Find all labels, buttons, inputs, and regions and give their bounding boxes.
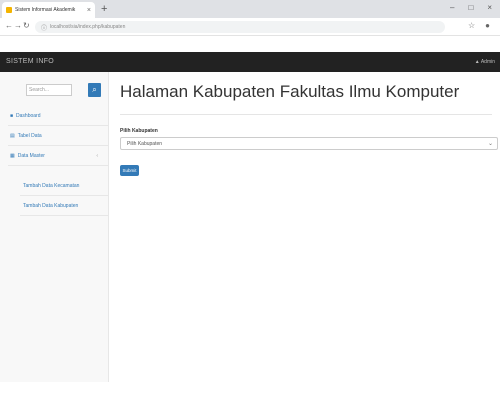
url-field[interactable]: ⓘ localhost/sia/index.php/kabupaten [35, 21, 445, 33]
minimize-icon[interactable]: – [450, 3, 454, 12]
info-icon[interactable]: ⓘ [41, 23, 47, 32]
forward-icon[interactable]: → [14, 21, 22, 30]
maximize-icon[interactable]: □ [468, 3, 473, 12]
sidebar-search-input[interactable]: Search... [26, 84, 72, 96]
app-window: Sistem Informasi Akademik × + – □ × ← → … [0, 0, 500, 401]
sidebar-subitem-label: Tambah Data Kabupaten [23, 202, 79, 209]
sidebar-subitem-kabupaten[interactable]: Tambah Data Kabupaten [20, 196, 108, 216]
sidebar-item-dashboard[interactable]: ■ Dashboard [8, 106, 108, 126]
account-icon[interactable]: ● [485, 21, 490, 30]
search-button[interactable]: ⌕ [88, 83, 101, 97]
back-icon[interactable]: ← [5, 21, 13, 30]
browser-tab[interactable]: Sistem Informasi Akademik × [2, 2, 95, 18]
submit-button[interactable]: Submit [120, 165, 139, 176]
sidebar-subitem-label: Tambah Data Kecamatan [23, 182, 80, 189]
browser-tab-strip: Sistem Informasi Akademik × + – □ × [0, 0, 500, 18]
tab-title: Sistem Informasi Akademik [15, 7, 76, 13]
url-text: localhost/sia/index.php/kabupaten [50, 24, 126, 30]
menu-icon: ▦ [10, 152, 15, 159]
new-tab-button[interactable]: + [101, 3, 107, 15]
sidebar-item-label: Data Master [17, 152, 45, 159]
sidebar-item-data-master[interactable]: ▦ Data Master ‹ [8, 146, 108, 166]
search-icon: ⌕ [92, 85, 97, 94]
sidebar-item-tabel-data[interactable]: ▤ Tabel Data [8, 126, 108, 146]
title-divider [120, 114, 492, 115]
select-value: Pilih Kabupaten [127, 141, 163, 147]
chevron-down-icon: ⌄ [487, 141, 493, 147]
sidebar-item-label: Dashboard [16, 112, 41, 119]
kabupaten-select[interactable]: Pilih Kabupaten ⌄ [120, 137, 498, 150]
address-bar-actions: ☆ ● [468, 21, 490, 30]
brand-title[interactable]: SISTEM INFO [6, 58, 54, 65]
close-tab-icon[interactable]: × [87, 7, 91, 14]
page-title: Halaman Kabupaten Fakultas Ilmu Komputer [120, 82, 460, 101]
top-navbar: SISTEM INFO ▲ Admin [0, 52, 500, 72]
favicon-icon [6, 7, 12, 13]
dashboard-icon: ■ [10, 112, 14, 119]
reload-icon[interactable]: ↻ [23, 21, 30, 30]
sidebar-subitem-kecamatan[interactable]: Tambah Data Kecamatan [20, 176, 108, 196]
kabupaten-field-label: Pilih Kabupaten [120, 128, 158, 134]
table-icon: ▤ [10, 132, 15, 139]
address-bar: ← → ↻ ⓘ localhost/sia/index.php/kabupate… [0, 18, 500, 36]
window-controls: – □ × [450, 3, 492, 12]
chevron-left-icon: ‹ [96, 152, 98, 159]
bookmark-star-icon[interactable]: ☆ [468, 21, 475, 30]
user-menu[interactable]: ▲ Admin [475, 59, 495, 65]
close-window-icon[interactable]: × [487, 3, 492, 12]
sidebar-item-label: Tabel Data [17, 132, 42, 139]
